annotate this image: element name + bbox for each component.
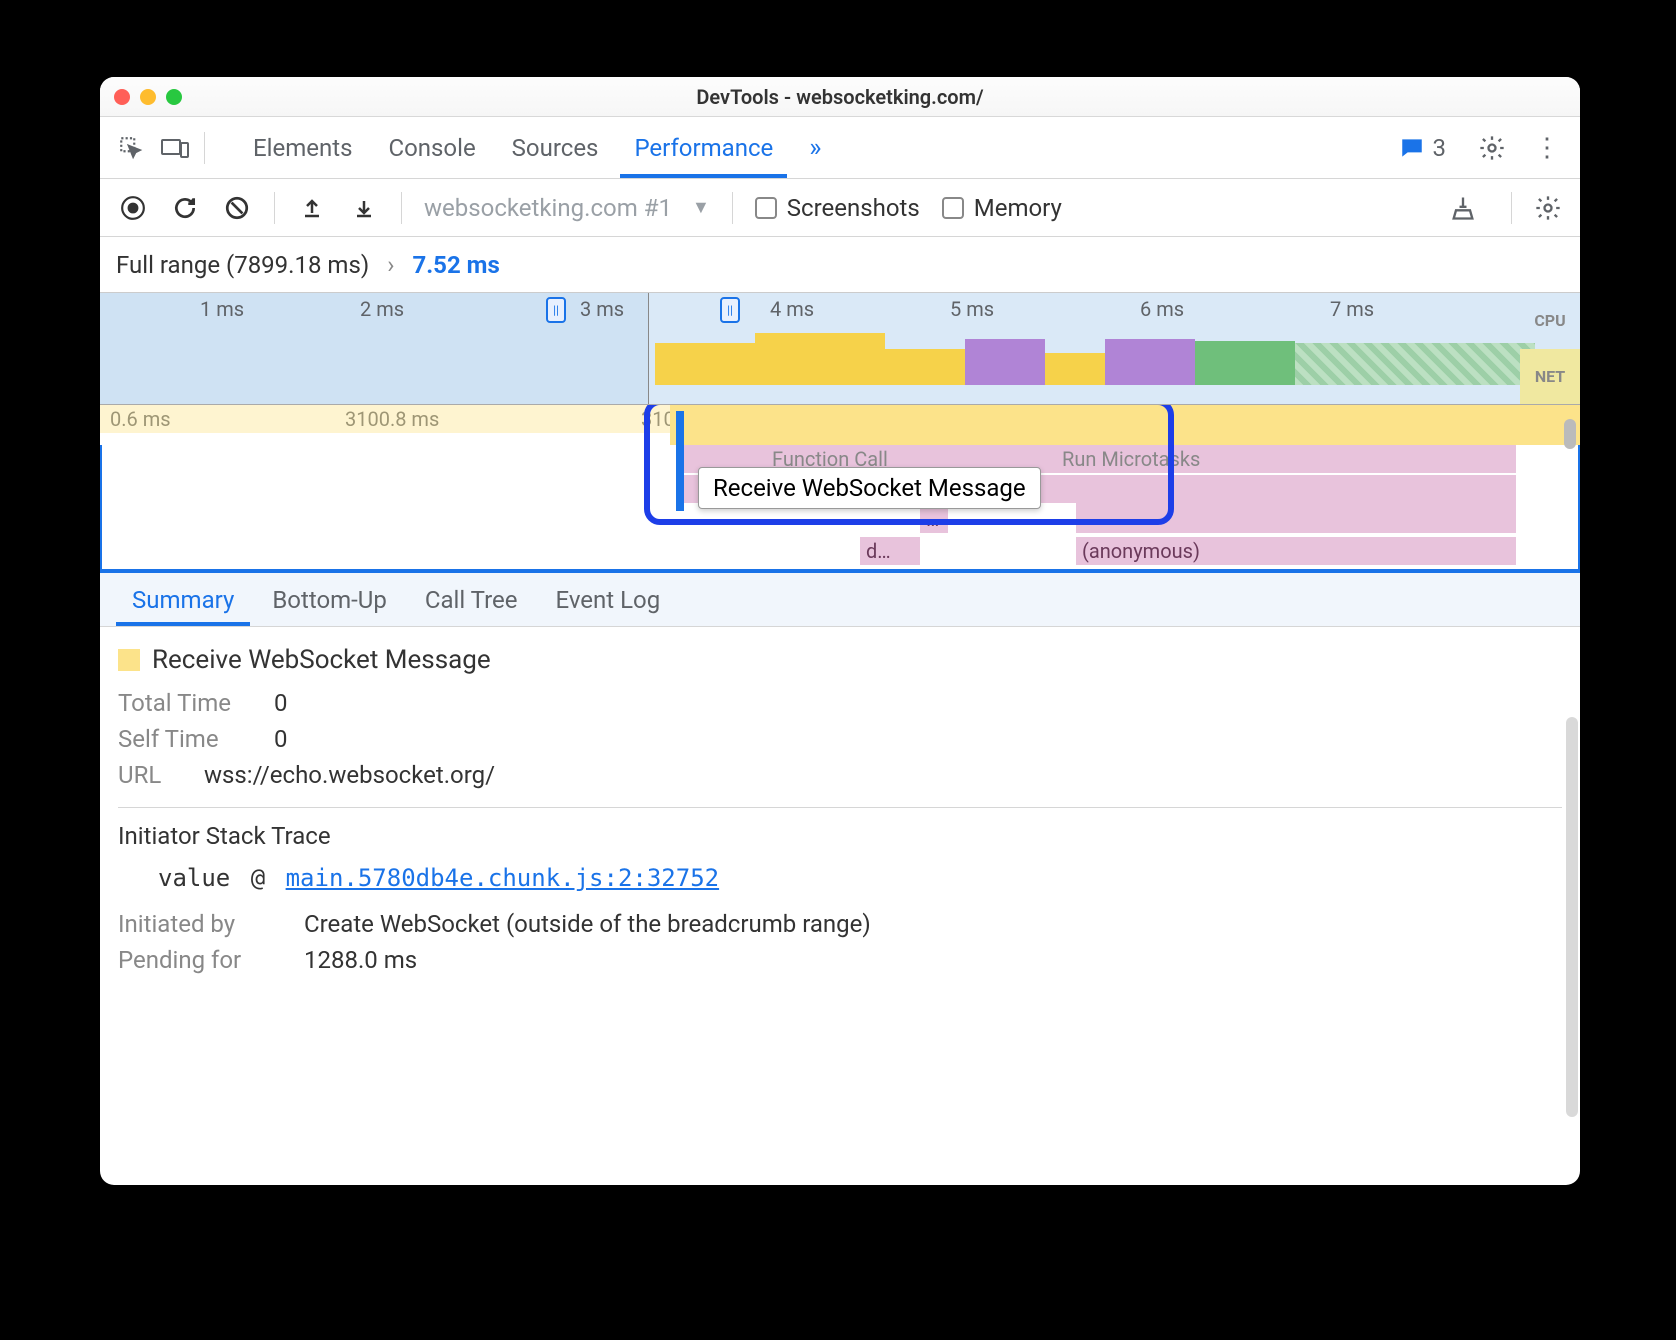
overview-bar (755, 333, 885, 385)
cpu-label: CPU (1520, 293, 1580, 349)
capture-settings-icon[interactable] (1534, 194, 1562, 222)
recording-selector[interactable]: websocketking.com #1 ▼ (424, 194, 710, 222)
caret-down-icon: ▼ (692, 197, 710, 218)
divider (732, 192, 733, 224)
stack-fn: value (158, 864, 230, 892)
devtools-window: DevTools - websocketking.com/ Elements C… (100, 77, 1580, 1185)
subtab-summary[interactable]: Summary (116, 574, 250, 626)
titlebar: DevTools - websocketking.com/ (100, 77, 1580, 117)
self-time-value: 0 (274, 725, 288, 753)
screenshots-checkbox[interactable]: Screenshots (755, 194, 920, 222)
stack-at: @ (251, 864, 265, 892)
minimize-window-icon[interactable] (140, 89, 156, 105)
chevron-right-icon: › (387, 251, 394, 279)
maximize-window-icon[interactable] (166, 89, 182, 105)
tick-label: 1 ms (200, 297, 244, 321)
memory-checkbox[interactable]: Memory (942, 194, 1062, 222)
self-time-label: Self Time (118, 725, 248, 753)
upload-profile-icon[interactable] (297, 193, 327, 223)
vertical-scrollbar[interactable] (1566, 717, 1578, 1173)
overview-bar (1105, 339, 1195, 385)
scrollbar-thumb[interactable] (1564, 419, 1576, 449)
screenshots-label: Screenshots (787, 194, 920, 222)
full-range-label[interactable]: Full range (7899.18 ms) (116, 251, 369, 279)
messages-count: 3 (1433, 134, 1447, 162)
close-window-icon[interactable] (114, 89, 130, 105)
overview-bar (885, 349, 965, 385)
overview-bar (1295, 343, 1535, 385)
overview-side-labels: CPU NET (1520, 293, 1580, 404)
memory-label: Memory (974, 194, 1062, 222)
pending-for-value: 1288.0 ms (304, 946, 417, 974)
top-toolbar: Elements Console Sources Performance » 3… (100, 117, 1580, 179)
event-title: Receive WebSocket Message (152, 645, 491, 675)
tab-performance[interactable]: Performance (620, 118, 787, 178)
window-title: DevTools - websocketking.com/ (100, 85, 1580, 109)
divider (204, 132, 205, 164)
url-value: wss://echo.websocket.org/ (204, 761, 495, 789)
inspect-element-icon[interactable] (116, 133, 146, 163)
total-time-label: Total Time (118, 689, 248, 717)
timeline-overview[interactable]: 1 ms 2 ms 3 ms 4 ms 5 ms 6 ms 7 ms || ||… (100, 293, 1580, 405)
tab-sources[interactable]: Sources (498, 118, 613, 178)
tick-label: 2 ms (360, 297, 404, 321)
stack-source-link[interactable]: main.5780db4e.chunk.js:2:32752 (286, 864, 719, 892)
console-messages-button[interactable]: 3 (1399, 134, 1447, 162)
more-tabs-icon[interactable]: » (809, 133, 821, 163)
net-label: NET (1520, 349, 1580, 405)
tick-label: 6 ms (1140, 297, 1184, 321)
tab-elements[interactable]: Elements (239, 118, 366, 178)
initiated-by-value: Create WebSocket (outside of the breadcr… (304, 910, 871, 938)
garbage-collect-icon[interactable] (1449, 194, 1477, 222)
total-time-value: 0 (274, 689, 288, 717)
recording-label: websocketking.com #1 (424, 194, 672, 222)
overview-bar (655, 343, 755, 385)
details-tabs: Summary Bottom-Up Call Tree Event Log (100, 573, 1580, 627)
url-label: URL (118, 761, 178, 789)
tick-label: 7 ms (1330, 297, 1374, 321)
overview-bar (1045, 353, 1105, 385)
subtab-bottomup[interactable]: Bottom-Up (256, 574, 403, 626)
pending-for-label: Pending for (118, 946, 278, 974)
initiated-by-label: Initiated by (118, 910, 278, 938)
range-breadcrumb: Full range (7899.18 ms) › 7.52 ms (100, 237, 1580, 293)
checkbox-icon (755, 197, 777, 219)
settings-icon[interactable] (1478, 134, 1506, 162)
event-color-swatch (118, 649, 140, 671)
download-profile-icon[interactable] (349, 193, 379, 223)
flame-chart[interactable]: 0.6 ms 3100.8 ms 3101.0 ms 3101.2 ms 310… (100, 405, 1580, 573)
selected-range[interactable]: 7.52 ms (412, 251, 499, 279)
divider (118, 807, 1562, 808)
tab-console[interactable]: Console (374, 118, 489, 178)
divider (274, 192, 275, 224)
device-toggle-icon[interactable] (160, 133, 190, 163)
record-button[interactable] (118, 193, 148, 223)
stack-trace-header: Initiator Stack Trace (118, 822, 1562, 850)
range-handle-right[interactable]: || (720, 297, 740, 323)
scrollbar-thumb[interactable] (1566, 717, 1578, 1117)
flame-bar-anonymous[interactable]: (anonymous) (1076, 537, 1516, 565)
performance-toolbar: websocketking.com #1 ▼ Screenshots Memor… (100, 179, 1580, 237)
checkbox-icon (942, 197, 964, 219)
kebab-menu-icon[interactable]: ⋮ (1534, 133, 1560, 163)
divider (1511, 192, 1512, 224)
reload-button[interactable] (170, 193, 200, 223)
tick-label: 3 ms (580, 297, 624, 321)
hover-tooltip: Receive WebSocket Message (698, 467, 1041, 509)
tick-label: 5 ms (950, 297, 994, 321)
selected-event-bar[interactable] (676, 411, 684, 511)
divider (401, 192, 402, 224)
range-handle-left[interactable]: || (546, 297, 566, 323)
clear-button[interactable] (222, 193, 252, 223)
tick-label: 4 ms (770, 297, 814, 321)
flame-bar-d[interactable]: d… (860, 537, 920, 565)
overview-bar (965, 339, 1045, 385)
overview-bar (1195, 341, 1295, 385)
summary-panel: Receive WebSocket Message Total Time 0 Se… (100, 627, 1580, 974)
subtab-calltree[interactable]: Call Tree (409, 574, 534, 626)
subtab-eventlog[interactable]: Event Log (539, 574, 676, 626)
